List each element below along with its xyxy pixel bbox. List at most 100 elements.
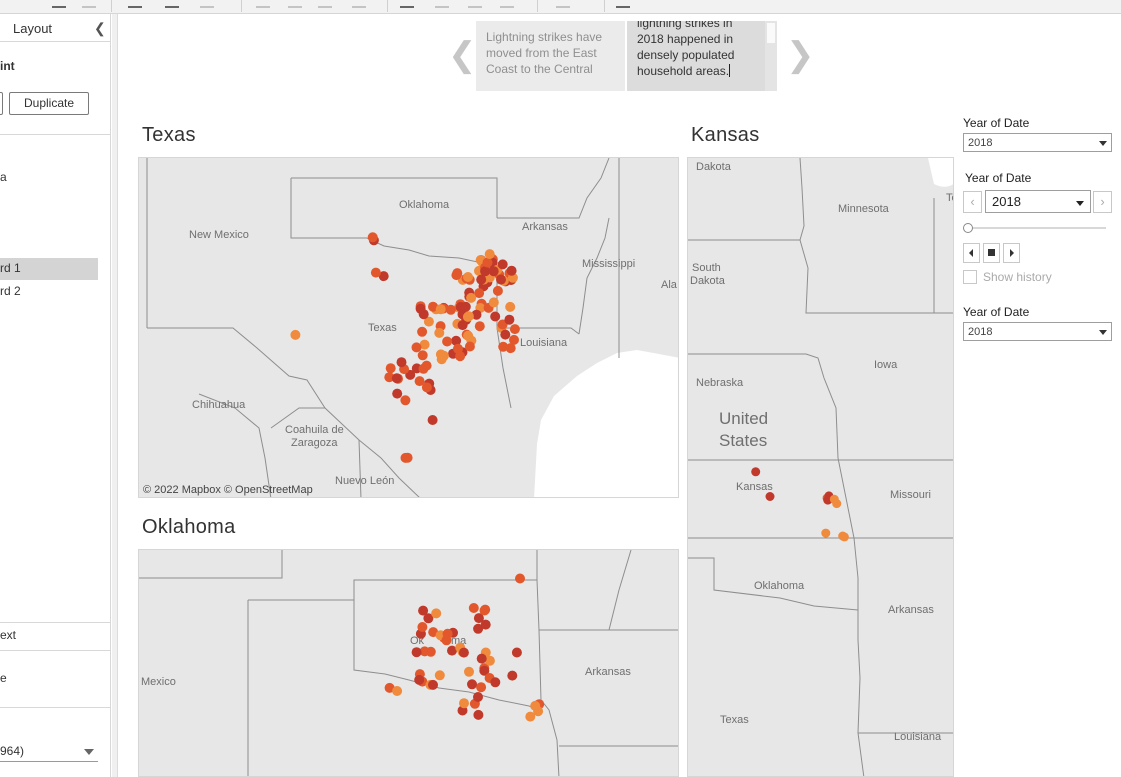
strike-point[interactable] <box>480 619 491 630</box>
scrollbar-thumb[interactable] <box>767 23 775 43</box>
strike-point[interactable] <box>290 329 301 340</box>
strike-point[interactable] <box>838 531 848 541</box>
strike-point[interactable] <box>392 686 403 696</box>
strike-point[interactable] <box>385 363 396 374</box>
play-forward-button[interactable] <box>1003 243 1020 263</box>
strike-point[interactable] <box>442 336 453 347</box>
strike-point[interactable] <box>415 303 426 314</box>
swap-icon[interactable] <box>82 0 96 8</box>
strike-point[interactable] <box>421 360 432 371</box>
show-history-checkbox[interactable] <box>963 270 977 284</box>
filter-prev-button[interactable]: ‹ <box>963 191 982 213</box>
strike-point[interactable] <box>445 304 456 315</box>
strike-point[interactable] <box>435 304 446 315</box>
redo-icon[interactable] <box>288 0 302 8</box>
strike-point[interactable] <box>434 670 445 681</box>
strike-point[interactable] <box>460 301 471 312</box>
share-icon[interactable] <box>616 0 630 8</box>
strike-point[interactable] <box>427 415 438 425</box>
strike-point[interactable] <box>821 528 831 538</box>
oklahoma-map[interactable]: Mexico Ok ma Arkansas <box>138 549 679 777</box>
story-point-2[interactable]: lightning strikes in 2018 happened in de… <box>627 21 777 91</box>
sort-icon[interactable] <box>318 0 332 8</box>
strike-point[interactable] <box>414 376 425 387</box>
strike-point[interactable] <box>509 324 520 335</box>
strike-point[interactable] <box>370 267 381 278</box>
blank-button[interactable] <box>0 92 3 115</box>
strike-point[interactable] <box>751 467 761 477</box>
text-object-label[interactable]: ext <box>0 628 16 642</box>
strike-point[interactable] <box>505 301 516 312</box>
strike-point[interactable] <box>476 682 487 693</box>
strike-point[interactable] <box>507 670 518 681</box>
year-slider-track[interactable] <box>967 227 1106 229</box>
strike-point[interactable] <box>367 232 378 243</box>
texas-map[interactable]: New Mexico Oklahoma Arkansas Mississippi… <box>138 157 679 498</box>
strike-point[interactable] <box>467 679 477 690</box>
sheet-item-label[interactable]: rd 1 <box>0 261 21 275</box>
fit-icon[interactable] <box>435 0 449 8</box>
strike-point[interactable] <box>459 698 469 709</box>
strike-point[interactable] <box>509 334 519 345</box>
strike-point[interactable] <box>464 666 474 677</box>
strike-point[interactable] <box>511 647 522 658</box>
strike-point[interactable] <box>530 700 541 711</box>
collapse-chevron-icon[interactable]: ❮ <box>94 20 106 37</box>
strike-point[interactable] <box>504 314 515 325</box>
story-scrollbar[interactable] <box>765 21 777 91</box>
highlight-icon[interactable] <box>500 0 514 8</box>
previous-story-point-icon[interactable]: ❮ <box>448 38 477 72</box>
strike-point[interactable] <box>431 608 442 619</box>
strike-point[interactable] <box>396 357 407 368</box>
sheet-item-label[interactable]: rd 2 <box>0 284 21 298</box>
strike-point[interactable] <box>482 257 493 268</box>
presentation-icon[interactable] <box>556 0 570 8</box>
strike-point[interactable] <box>458 647 469 658</box>
strike-point[interactable] <box>417 326 428 337</box>
strike-point[interactable] <box>500 329 511 340</box>
strike-point[interactable] <box>451 270 462 281</box>
year-filter-1-dropdown[interactable]: 2018 <box>963 133 1112 152</box>
new-sheet-icon[interactable] <box>52 0 66 8</box>
strike-point[interactable] <box>417 622 428 632</box>
strike-point[interactable] <box>418 605 429 616</box>
strike-point[interactable] <box>402 452 413 463</box>
strike-point[interactable] <box>488 297 499 308</box>
add-dashboard-icon[interactable] <box>128 0 142 8</box>
strike-point[interactable] <box>476 653 487 664</box>
strike-point[interactable] <box>463 272 473 282</box>
strike-point[interactable] <box>488 266 499 277</box>
strike-point[interactable] <box>400 395 411 406</box>
filter-next-button[interactable]: › <box>1093 191 1112 213</box>
strike-point[interactable] <box>506 265 517 276</box>
strike-point[interactable] <box>434 327 445 338</box>
strike-point[interactable] <box>515 573 525 584</box>
story-point-1[interactable]: Lightning strikes have moved from the Ea… <box>476 21 625 91</box>
strike-point[interactable] <box>480 266 491 277</box>
strike-point[interactable] <box>464 341 475 352</box>
strike-point[interactable] <box>490 311 501 322</box>
strike-point[interactable] <box>496 274 506 285</box>
label-icon[interactable] <box>400 0 414 8</box>
strike-point[interactable] <box>417 350 428 361</box>
fix-axes-icon[interactable] <box>468 0 482 8</box>
strike-point[interactable] <box>466 292 477 303</box>
strike-point[interactable] <box>391 373 402 384</box>
year-filter-2-dropdown[interactable]: 2018 <box>985 190 1091 213</box>
play-backward-button[interactable] <box>963 243 980 263</box>
strike-point[interactable] <box>468 603 479 613</box>
strike-point[interactable] <box>484 249 495 260</box>
strike-point[interactable] <box>441 635 452 646</box>
strike-point[interactable] <box>498 341 509 352</box>
stop-button[interactable] <box>983 243 1000 263</box>
strike-point[interactable] <box>765 492 775 501</box>
strike-point[interactable] <box>490 677 501 688</box>
strike-point[interactable] <box>457 320 468 331</box>
duplicate-button[interactable]: Duplicate <box>9 92 89 115</box>
strike-point[interactable] <box>411 342 422 353</box>
year-slider-knob[interactable] <box>963 223 973 233</box>
clear-icon[interactable] <box>200 0 214 8</box>
strike-point[interactable] <box>480 604 491 615</box>
undo-icon[interactable] <box>256 0 270 8</box>
strike-point[interactable] <box>414 674 425 685</box>
